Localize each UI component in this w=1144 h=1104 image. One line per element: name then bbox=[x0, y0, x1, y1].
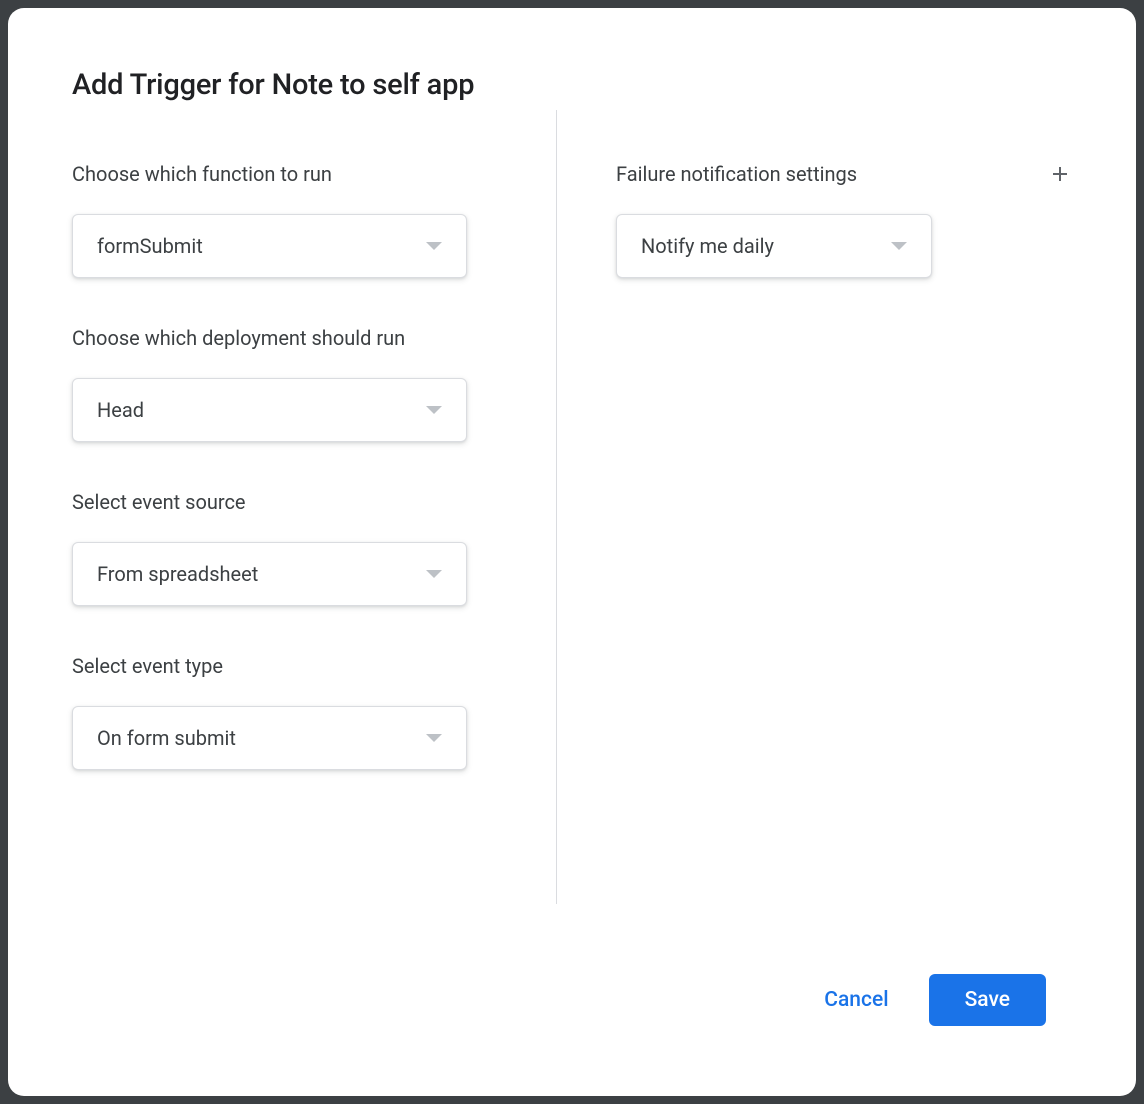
chevron-down-icon bbox=[426, 570, 442, 578]
event-source-label: Select event source bbox=[72, 490, 532, 514]
chevron-down-icon bbox=[426, 734, 442, 742]
chevron-down-icon bbox=[426, 406, 442, 414]
add-trigger-dialog: Add Trigger for Note to self app Choose … bbox=[8, 8, 1136, 1096]
failure-notification-value: Notify me daily bbox=[641, 234, 891, 258]
function-dropdown[interactable]: formSubmit bbox=[72, 214, 467, 278]
event-source-field-group: Select event source From spreadsheet bbox=[72, 490, 532, 606]
dialog-body: Choose which function to run formSubmit … bbox=[8, 102, 1136, 934]
left-column: Choose which function to run formSubmit … bbox=[72, 162, 532, 934]
add-notification-button[interactable] bbox=[1048, 162, 1072, 186]
chevron-down-icon bbox=[426, 242, 442, 250]
deployment-dropdown[interactable]: Head bbox=[72, 378, 467, 442]
function-field-group: Choose which function to run formSubmit bbox=[72, 162, 532, 278]
event-type-field-group: Select event type On form submit bbox=[72, 654, 532, 770]
plus-icon bbox=[1048, 162, 1072, 186]
failure-settings-field-group: Failure notification settings Notify me … bbox=[616, 162, 1072, 278]
dialog-footer: Cancel Save bbox=[8, 934, 1136, 1096]
cancel-button[interactable]: Cancel bbox=[820, 980, 892, 1020]
function-value: formSubmit bbox=[97, 234, 426, 258]
column-divider bbox=[556, 110, 557, 904]
dialog-header: Add Trigger for Note to self app bbox=[8, 8, 1136, 102]
failure-notification-dropdown[interactable]: Notify me daily bbox=[616, 214, 932, 278]
event-type-dropdown[interactable]: On form submit bbox=[72, 706, 467, 770]
failure-settings-label: Failure notification settings bbox=[616, 162, 857, 186]
chevron-down-icon bbox=[891, 242, 907, 250]
right-column: Failure notification settings Notify me … bbox=[616, 162, 1072, 934]
dialog-title: Add Trigger for Note to self app bbox=[72, 68, 1072, 102]
event-type-value: On form submit bbox=[97, 726, 426, 750]
deployment-label: Choose which deployment should run bbox=[72, 326, 532, 350]
event-type-label: Select event type bbox=[72, 654, 532, 678]
function-label: Choose which function to run bbox=[72, 162, 532, 186]
event-source-dropdown[interactable]: From spreadsheet bbox=[72, 542, 467, 606]
deployment-value: Head bbox=[97, 398, 426, 422]
deployment-field-group: Choose which deployment should run Head bbox=[72, 326, 532, 442]
failure-settings-header: Failure notification settings bbox=[616, 162, 1072, 186]
save-button[interactable]: Save bbox=[929, 974, 1046, 1026]
event-source-value: From spreadsheet bbox=[97, 562, 426, 586]
